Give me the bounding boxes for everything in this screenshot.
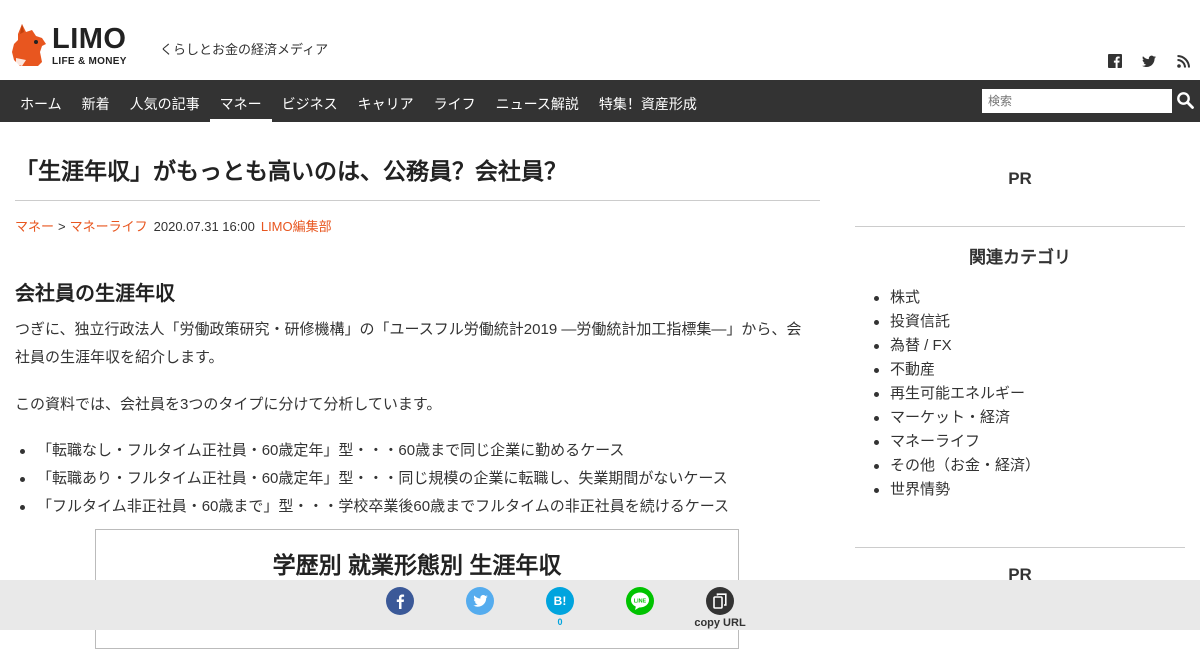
- site-tagline: くらしとお金の経済メディア: [160, 42, 329, 57]
- header-social-links: [1108, 54, 1190, 68]
- article-title: 「生涯年収」がもっとも高いのは、公務員？会社員？: [15, 158, 567, 184]
- nav-menu: ホーム 新着 人気の記事 マネー ビジネス キャリア ライフ ニュース解説 特集！資産形成: [10, 80, 707, 122]
- twitter-icon[interactable]: [1142, 54, 1156, 68]
- worker-type-list: 「転職なし・フルタイム正社員・60歳定年」型・・・60歳まで同じ企業に勤めるケー…: [15, 437, 729, 521]
- pr-label: PR: [1008, 169, 1032, 188]
- article-paragraph: この資料では、会社員を3つのタイプに分けて分析しています。: [15, 396, 442, 413]
- category-heading: 関連カテゴリ: [969, 248, 1071, 267]
- section-heading: 会社員の生涯年収: [15, 283, 175, 305]
- site-header: LIMO LIFE & MONEY くらしとお金の経済メディア: [0, 0, 1200, 80]
- category-link[interactable]: 投資信託: [872, 310, 1040, 334]
- facebook-icon[interactable]: [1108, 54, 1122, 68]
- category-link[interactable]: 株式: [872, 286, 1040, 310]
- svg-text:LINE: LINE: [634, 598, 647, 604]
- nav-item[interactable]: 新着: [72, 80, 120, 122]
- category-link[interactable]: マーケット・経済: [872, 406, 1040, 430]
- logo-subtitle: LIFE & MONEY: [52, 56, 127, 67]
- article-meta: マネー > マネーライフ 2020.07.31 16:00 LIMO編集部: [15, 216, 332, 235]
- nav-item[interactable]: ライフ: [424, 80, 486, 122]
- facebook-icon: [396, 594, 405, 609]
- nav-item[interactable]: キャリア: [348, 80, 424, 122]
- rss-icon[interactable]: [1176, 54, 1190, 68]
- list-item: 「転職あり・フルタイム正社員・60歳定年」型・・・同じ規模の企業に転職し、失業期…: [15, 465, 729, 493]
- share-facebook-button[interactable]: [386, 587, 414, 615]
- copy-url-label[interactable]: copy URL: [690, 617, 750, 629]
- breadcrumb-separator: >: [58, 219, 66, 234]
- category-link[interactable]: 為替 / FX: [872, 334, 1040, 358]
- category-link[interactable]: 不動産: [872, 358, 1040, 382]
- category-link[interactable]: マネーライフ: [872, 430, 1040, 454]
- divider: [855, 547, 1185, 548]
- site-logo[interactable]: LIMO LIFE & MONEY: [12, 22, 142, 70]
- nav-item[interactable]: マネー: [209, 80, 272, 122]
- share-line-button[interactable]: LINE: [626, 587, 654, 615]
- share-hatena-button[interactable]: B!: [546, 587, 574, 615]
- nav-item[interactable]: ホーム: [10, 80, 72, 122]
- figure-title: 学歴別 就業形態別 生涯年収: [272, 552, 562, 578]
- nav-item[interactable]: 特集！資産形成: [589, 80, 707, 122]
- category-link[interactable]: 再生可能エネルギー: [872, 382, 1040, 406]
- copy-url-button[interactable]: [706, 587, 734, 615]
- twitter-icon: [472, 595, 488, 607]
- logo-wordmark: LIMO: [52, 23, 127, 55]
- article-paragraph: つぎに、独立行政法人「労働政策研究・研修機構」の「ユースフル労働統計2019 ―…: [15, 321, 802, 366]
- copy-icon: [713, 593, 727, 609]
- line-icon: LINE: [631, 592, 649, 610]
- category-list: 株式 投資信託 為替 / FX 不動産 再生可能エネルギー マーケット・経済 マネーライフそ…: [872, 286, 1040, 502]
- list-item: 「フルタイム非正社員・60歳まで」型・・・学校卒業後60歳までフルタイムの非正社…: [15, 493, 729, 521]
- nav-item[interactable]: ニュース解説: [486, 80, 589, 122]
- category-link[interactable]: 世界情勢: [872, 478, 1040, 502]
- category-link[interactable]: その他（お金・経済）: [872, 454, 1040, 478]
- nav-item[interactable]: 人気の記事: [120, 80, 210, 122]
- breadcrumb-money-life[interactable]: マネーライフ: [70, 219, 148, 234]
- list-item: 「転職なし・フルタイム正社員・60歳定年」型・・・60歳まで同じ企業に勤めるケー…: [15, 437, 729, 465]
- publish-date: 2020.07.31 16:00: [153, 219, 255, 234]
- hatena-bookmark-icon: B!: [553, 594, 567, 608]
- search-icon[interactable]: [1176, 91, 1196, 111]
- divider: [15, 200, 820, 201]
- divider: [855, 226, 1185, 227]
- breadcrumb-money[interactable]: マネー: [15, 219, 54, 234]
- nav-item[interactable]: ビジネス: [272, 80, 348, 122]
- author-link[interactable]: LIMO編集部: [261, 219, 332, 234]
- share-bar: B! 0 LINE copy URL: [0, 580, 1200, 630]
- fox-logo-icon: [12, 24, 46, 66]
- search-input[interactable]: [982, 89, 1172, 113]
- hatena-count: 0: [557, 617, 563, 627]
- share-twitter-button[interactable]: [466, 587, 494, 615]
